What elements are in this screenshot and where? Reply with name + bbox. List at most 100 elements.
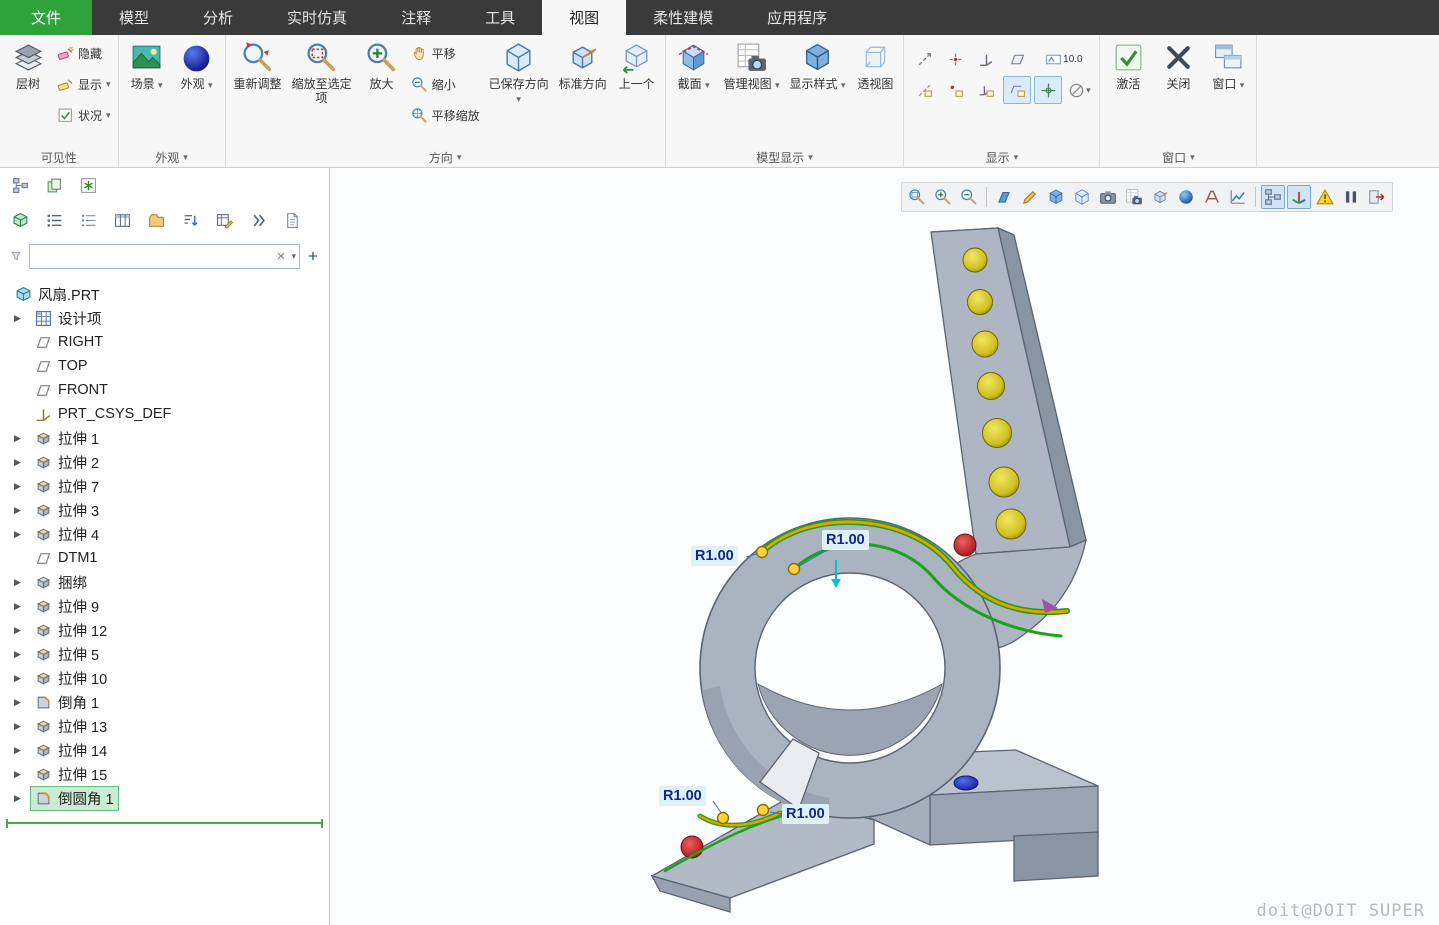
toggle-point-display[interactable] [941, 45, 969, 73]
gfx-button-alert[interactable] [1313, 185, 1337, 209]
toggle-section-slash[interactable]: ▾ [1065, 76, 1093, 104]
toggle-spin-center[interactable] [1034, 76, 1062, 104]
button-zoom-selected[interactable]: 缩放至选定项 [287, 37, 357, 110]
tree-item-datum-plane-2[interactable]: TOP [0, 354, 329, 378]
tree-item-datum-plane-10[interactable]: DTM1 [0, 546, 329, 570]
model-3d-fan-bracket[interactable] [330, 168, 1438, 925]
button-overflow-chevrons[interactable] [246, 208, 271, 233]
button-list-detail[interactable] [76, 208, 101, 233]
tree-item-extrude-15[interactable]: ▶拉伸 10 [0, 666, 329, 690]
tab-view[interactable]: 视图 [542, 0, 626, 35]
group-label-orientation[interactable]: 方向▾ [229, 147, 662, 167]
tree-item-datum-plane-1[interactable]: RIGHT [0, 330, 329, 354]
button-hide-eraser[interactable]: 隐藏 [55, 43, 113, 63]
dimension-label[interactable]: R1.00 [691, 546, 738, 566]
button-part-cube[interactable] [8, 208, 33, 233]
button-perspective[interactable]: 透视图 [850, 37, 900, 95]
gfx-button-annotations[interactable] [1200, 185, 1224, 209]
gfx-button-display-style[interactable] [1044, 185, 1068, 209]
tree-item-csys-4[interactable]: PRT_CSYS_DEF [0, 402, 329, 426]
button-layers[interactable]: 层树 [3, 37, 53, 95]
dimension-label[interactable]: R1.00 [822, 530, 869, 550]
tree-item-extrude-6[interactable]: ▶拉伸 2 [0, 450, 329, 474]
toggle-annotation-display[interactable]: 10.0 [1034, 45, 1093, 73]
button-activate[interactable]: 激活 [1103, 37, 1153, 95]
expand-arrow-icon[interactable]: ▶ [14, 769, 30, 780]
tree-item-extrude-7[interactable]: ▶拉伸 7 [0, 474, 329, 498]
tab-live-simulation[interactable]: 实时仿真 [260, 0, 374, 35]
button-display-style[interactable]: 显示样式 ▾ [784, 37, 850, 95]
tree-item-round-20[interactable]: ▶倒圆角 1 [0, 786, 329, 810]
expand-arrow-icon[interactable]: ▶ [14, 457, 30, 468]
toggle-axis-display[interactable] [910, 45, 938, 73]
button-document[interactable] [280, 208, 305, 233]
toggle-axis-tag[interactable] [910, 76, 938, 104]
group-label-appearance[interactable]: 外观▾ [122, 147, 222, 167]
tree-item-extrude-5[interactable]: ▶拉伸 1 [0, 426, 329, 450]
toggle-csys-tag[interactable] [972, 76, 1000, 104]
search-dropdown-icon[interactable]: ▾ [291, 251, 296, 262]
add-filter-icon[interactable] [305, 248, 321, 264]
tab-annotate[interactable]: 注释 [374, 0, 458, 35]
tab-tools[interactable]: 工具 [458, 0, 542, 35]
expand-arrow-icon[interactable]: ▶ [14, 721, 30, 732]
toggle-plane-tag[interactable] [1003, 76, 1031, 104]
button-layer-pages[interactable] [42, 173, 67, 198]
gfx-button-standard-orientation[interactable] [1148, 185, 1172, 209]
expand-arrow-icon[interactable]: ▶ [14, 505, 30, 516]
toggle-plane-display[interactable] [1003, 45, 1031, 73]
gfx-button-zoom-in[interactable] [931, 185, 955, 209]
expand-arrow-icon[interactable]: ▶ [14, 433, 30, 444]
gfx-button-exit[interactable] [1365, 185, 1389, 209]
button-pan[interactable]: 平移 [409, 43, 482, 63]
gfx-button-zoom-out[interactable] [957, 185, 981, 209]
expand-arrow-icon[interactable]: ▶ [14, 601, 30, 612]
tab-analysis[interactable]: 分析 [176, 0, 260, 35]
tab-flexible-modeling[interactable]: 柔性建模 [626, 0, 740, 35]
tree-item-datum-plane-3[interactable]: FRONT [0, 378, 329, 402]
toggle-point-tag[interactable] [941, 76, 969, 104]
tree-item-extrude-9[interactable]: ▶拉伸 4 [0, 522, 329, 546]
tree-item-extrude-8[interactable]: ▶拉伸 3 [0, 498, 329, 522]
button-tree-structure[interactable] [8, 173, 33, 198]
gfx-button-render[interactable] [1174, 185, 1198, 209]
gfx-button-tree-filter[interactable] [1261, 185, 1285, 209]
group-label-visibility[interactable]: 可见性 [3, 147, 115, 167]
expand-arrow-icon[interactable]: ▶ [14, 649, 30, 660]
button-folder-orange[interactable] [144, 208, 169, 233]
gfx-button-repaint[interactable] [992, 185, 1016, 209]
button-columns[interactable] [110, 208, 135, 233]
filter-funnel-icon[interactable] [8, 248, 24, 264]
button-zoom-out[interactable]: 缩小 [409, 74, 482, 94]
dimension-label[interactable]: R1.00 [659, 786, 706, 806]
button-table-edit[interactable] [212, 208, 237, 233]
expand-arrow-icon[interactable]: ▶ [14, 793, 30, 804]
button-appearance-sphere[interactable]: 外观 ▾ [172, 37, 222, 95]
button-view-manager[interactable]: 管理视图 ▾ [719, 37, 785, 95]
button-favorites[interactable] [76, 173, 101, 198]
group-label-window[interactable]: 窗口▾ [1103, 147, 1253, 167]
expand-arrow-icon[interactable]: ▶ [14, 697, 30, 708]
button-previous-view[interactable]: 上一个 [612, 37, 662, 95]
button-pan-zoom[interactable]: 平移缩放 [409, 105, 482, 125]
tab-model[interactable]: 模型 [92, 0, 176, 35]
tab-applications[interactable]: 应用程序 [740, 0, 854, 35]
button-list-plain[interactable] [42, 208, 67, 233]
tab-file[interactable]: 文件 [0, 0, 92, 35]
gfx-button-appearance-edit[interactable] [1018, 185, 1042, 209]
insert-indicator[interactable] [6, 822, 323, 824]
button-scene[interactable]: 场景 ▾ [122, 37, 172, 95]
expand-arrow-icon[interactable]: ▶ [14, 673, 30, 684]
dimension-label[interactable]: R1.00 [782, 804, 829, 824]
button-show[interactable]: 显示▾ [55, 74, 113, 94]
button-status[interactable]: 状况▾ [55, 105, 113, 125]
expand-arrow-icon[interactable]: ▶ [14, 745, 30, 756]
button-section[interactable]: 截面 ▾ [669, 37, 719, 95]
gfx-button-capture[interactable] [1096, 185, 1120, 209]
viewport-3d[interactable]: R1.00R1.00R1.00R1.00 doit@DOIT SUPER [330, 168, 1439, 925]
expand-arrow-icon[interactable]: ▶ [14, 481, 30, 492]
tree-item-extrude-17[interactable]: ▶拉伸 13 [0, 714, 329, 738]
gfx-button-view-manager[interactable] [1122, 185, 1146, 209]
tree-item-extrude-13[interactable]: ▶拉伸 12 [0, 618, 329, 642]
tree-item-chamfer-16[interactable]: ▶倒角 1 [0, 690, 329, 714]
